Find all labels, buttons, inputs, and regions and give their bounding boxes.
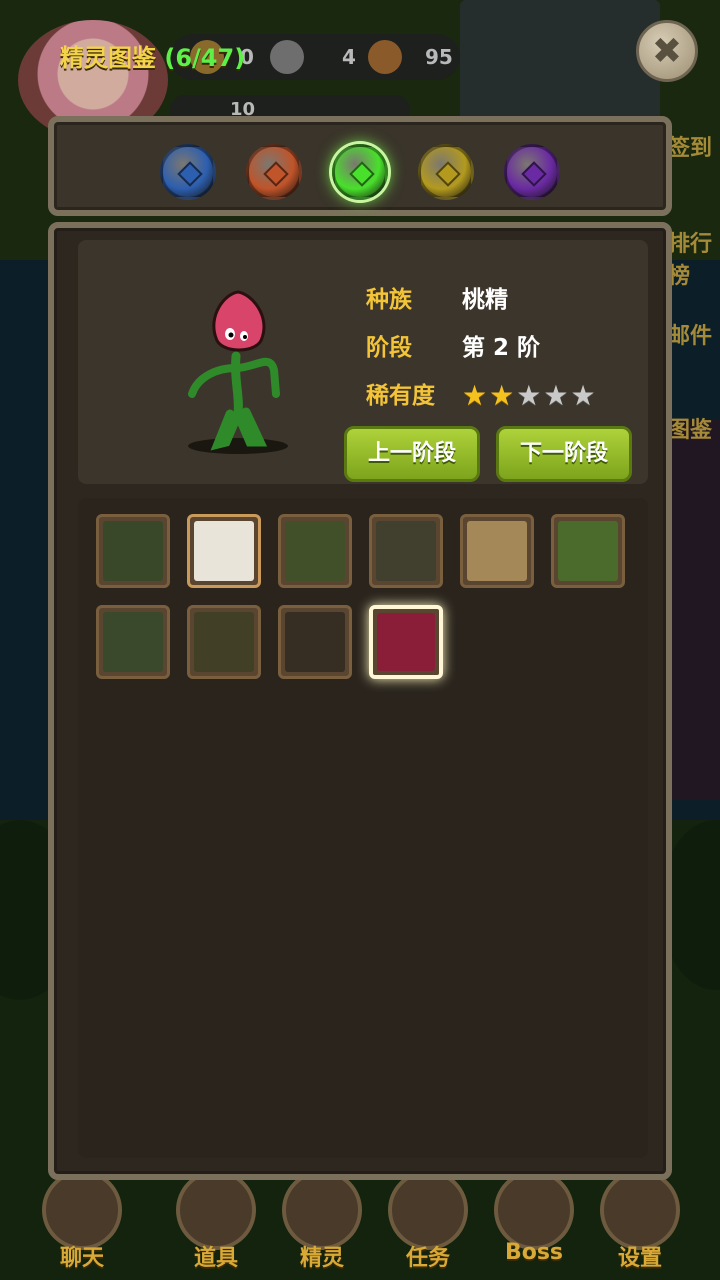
- stage-label: 阶段: [366, 335, 412, 361]
- spirit-slot-green-slime[interactable]: [551, 514, 625, 588]
- resource-value: 4: [342, 45, 356, 69]
- close-button[interactable]: ✖: [636, 20, 698, 82]
- resource-value: 95: [425, 45, 453, 69]
- side-menu-codex[interactable]: 图鉴: [668, 412, 712, 444]
- nav-label: 任务: [405, 1246, 450, 1271]
- collection-count: (6/47): [164, 44, 246, 72]
- star-icon: ★: [462, 379, 488, 412]
- spirit-slot-flower-girl[interactable]: [460, 514, 534, 588]
- bronze-coin-icon: [368, 40, 402, 74]
- nav-boss[interactable]: Boss: [486, 1170, 582, 1280]
- spirit-slot-panda[interactable]: [187, 514, 261, 588]
- spirit-slot-black-bird[interactable]: [278, 605, 352, 679]
- nav-label: 聊天: [59, 1246, 104, 1271]
- green-wolf-icon: [103, 521, 163, 581]
- title-text: 精灵图鉴: [60, 44, 156, 72]
- spirit-collection-grid: [78, 498, 648, 1158]
- prev-stage-button[interactable]: 上一阶段: [344, 426, 480, 482]
- panda-icon: [194, 521, 254, 581]
- backpack-icon: [176, 1170, 256, 1250]
- spirit-slot-horned-goblin[interactable]: [278, 514, 352, 588]
- race-label: 种族: [366, 287, 412, 313]
- side-menu-ranking[interactable]: 排行榜: [668, 226, 720, 290]
- element-water-button[interactable]: [160, 144, 216, 200]
- nav-label: 设置: [617, 1246, 662, 1271]
- codex-panel: 种族 桃精 阶段 第 2 阶 稀有度 ★ ★ ★ ★ ★ 上一阶段 下一阶段: [48, 222, 672, 1180]
- flower-girl-icon: [467, 521, 527, 581]
- rarity-label: 稀有度: [366, 383, 435, 409]
- page-title: 精灵图鉴 (6/47): [60, 38, 245, 73]
- green-slime-icon: [558, 521, 618, 581]
- rarity-stars: ★ ★ ★ ★ ★: [462, 382, 596, 410]
- black-bird-icon: [285, 612, 345, 672]
- star-icon: ★: [489, 379, 515, 412]
- stone-golem-icon: [376, 521, 436, 581]
- diamond-icon: [435, 161, 461, 187]
- horned-goblin-icon: [285, 521, 345, 581]
- book-icon: [388, 1170, 468, 1250]
- peach-spirit-sprite: [188, 290, 288, 454]
- spirit-slot-peach-spirit[interactable]: [369, 605, 443, 679]
- spirit-detail: 种族 桃精 阶段 第 2 阶 稀有度 ★ ★ ★ ★ ★ 上一阶段 下一阶段: [78, 240, 648, 484]
- element-earth-button[interactable]: [418, 144, 474, 200]
- element-selector: [48, 116, 672, 216]
- gear-icon: [600, 1170, 680, 1250]
- nav-label: 精灵: [299, 1246, 344, 1271]
- diamond-icon: [263, 161, 289, 187]
- side-menu-mail[interactable]: 邮件: [668, 318, 712, 350]
- nav-items[interactable]: 道具: [168, 1170, 264, 1280]
- bush-beast-icon: [194, 612, 254, 672]
- silver-coin-icon: [270, 40, 304, 74]
- skull-icon: [494, 1170, 574, 1250]
- diamond-icon: [177, 161, 203, 187]
- spirit-slot-green-wolf[interactable]: [96, 514, 170, 588]
- nav-settings[interactable]: 设置: [592, 1170, 688, 1280]
- green-frog-icon: [103, 612, 163, 672]
- nav-chat[interactable]: 聊天: [34, 1170, 130, 1280]
- nav-label: Boss: [504, 1240, 564, 1265]
- chat-icon: [42, 1170, 122, 1250]
- star-icon: ★: [543, 379, 569, 412]
- close-icon: ✖: [651, 30, 683, 72]
- nav-spirits[interactable]: 精灵: [274, 1170, 370, 1280]
- spirit-slot-stone-golem[interactable]: [369, 514, 443, 588]
- peach-spirit-icon: [377, 613, 435, 671]
- star-icon: ★: [570, 379, 596, 412]
- nav-tasks[interactable]: 任务: [380, 1170, 476, 1280]
- next-stage-button[interactable]: 下一阶段: [496, 426, 632, 482]
- spirit-slot-green-frog[interactable]: [96, 605, 170, 679]
- nav-label: 道具: [193, 1246, 238, 1271]
- cat-icon: [282, 1170, 362, 1250]
- diamond-icon: [521, 161, 547, 187]
- element-wood-button[interactable]: [332, 144, 388, 200]
- element-dark-button[interactable]: [504, 144, 560, 200]
- race-value: 桃精: [462, 287, 508, 313]
- star-icon: ★: [516, 379, 542, 412]
- spirit-slot-bush-beast[interactable]: [187, 605, 261, 679]
- element-fire-button[interactable]: [246, 144, 302, 200]
- side-menu-checkin[interactable]: 签到: [668, 130, 712, 162]
- diamond-icon: [349, 161, 375, 187]
- stage-value: 第 2 阶: [462, 335, 541, 361]
